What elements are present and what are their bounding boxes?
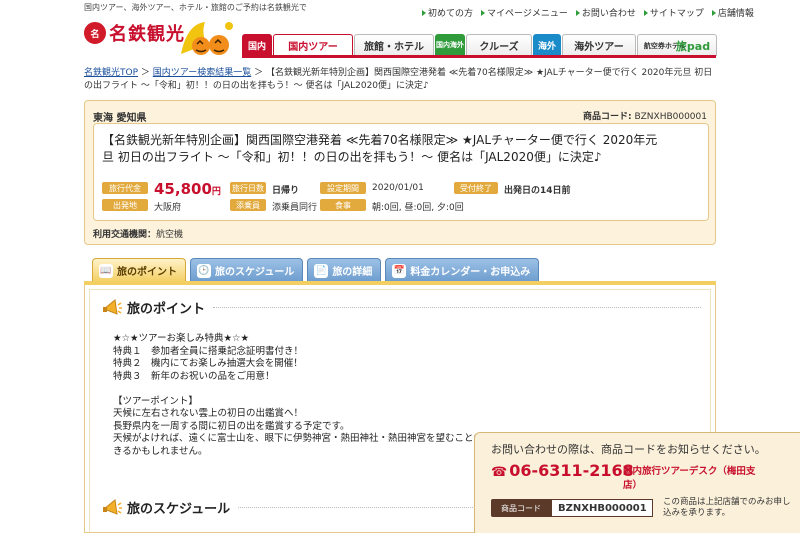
product-code-value: BZNXHB000001 <box>634 112 707 122</box>
points-line: 【ツアーポイント】 <box>113 395 198 407</box>
phone-icon: ☎ <box>491 465 508 480</box>
product-detail-card: 【名鉄観光新年特別企画】関西国際空港発着 ≪先着70名様限定≫ ★JALチャータ… <box>93 123 709 221</box>
clock-icon: 🕒 <box>197 263 211 278</box>
contact-desk: 国内旅行ツアーデスク（梅田支店） <box>623 466 756 491</box>
contact-message: お問い合わせの際は、商品コードをお知らせください。 <box>491 443 766 456</box>
deadline-value: 出発日の14日前 <box>504 186 571 196</box>
breadcrumb-home[interactable]: 名鉄観光TOP <box>84 68 138 78</box>
period-value: 2020/01/01 <box>372 183 424 193</box>
transport-info: 利用交通機関：航空機 <box>93 227 183 240</box>
logo-name: 名鉄観光 <box>109 24 185 45</box>
conductor-label: 添乗員 <box>230 199 266 211</box>
product-title: 【名鉄観光新年特別企画】関西国際空港発着 ≪先着70名様限定≫ ★JALチャータ… <box>102 133 658 164</box>
product-summary: 東海 愛知県 商品コード: BZNXHB000001 【名鉄観光新年特別企画】関… <box>84 100 716 245</box>
arrow-icon <box>575 9 580 16</box>
tab-schedule[interactable]: 🕒 旅のスケジュール <box>190 258 304 282</box>
divider <box>213 306 701 308</box>
points-line: 特典３ 新年のお祝いの品をご用意！ <box>113 370 275 382</box>
schedule-title: 旅のスケジュール <box>127 501 231 517</box>
nav-domestic-overseas-tag[interactable]: 国内海外 <box>435 34 465 56</box>
megaphone-icon <box>103 499 122 515</box>
tab-calendar[interactable]: 📅 料金カレンダー・お申込み <box>385 258 540 282</box>
nav-cruise[interactable]: クルーズ <box>466 34 532 56</box>
points-line: 特典１ 参加者全員に搭乗記念証明書付き！ <box>113 345 304 357</box>
contact-code-label: 商品コード <box>491 499 551 517</box>
calendar-icon: 📅 <box>392 263 407 278</box>
book-icon: 📖 <box>99 263 113 278</box>
site-logo[interactable]: 名 名鉄観光 <box>84 20 185 46</box>
contact-code-value: BZNXHB000001 <box>551 499 653 517</box>
price-label: 旅行代金 <box>102 182 148 194</box>
nav-tabipad[interactable]: 航空券ホテル 旅pad <box>637 34 717 56</box>
nav-underline <box>242 55 716 58</box>
halloween-pumpkin-icon <box>181 22 233 55</box>
points-line: ★☆★ツアーお楽しみ特典★☆★ <box>113 333 250 344</box>
points-line: 天候がよければ、遠くに富士山を、眼下に伊勢神宮・熱田神社・熱田神宮を望むことがで <box>113 433 493 444</box>
meals-label: 食事 <box>320 199 366 211</box>
transport-label: 利用交通機関： <box>93 230 157 240</box>
departure-value: 大阪府 <box>154 203 182 213</box>
nav-airhotel-tag: 航空券ホテル <box>643 41 686 50</box>
contact-phone[interactable]: ☎ 06-6311-2168 <box>491 461 634 480</box>
departure-label: 出発地 <box>102 199 148 211</box>
arrow-icon <box>711 9 716 16</box>
logo-mark: 名 <box>84 22 106 44</box>
price-value: 45,800円 <box>154 180 221 198</box>
days-value: 日帰り <box>272 186 300 196</box>
breadcrumb: 名鉄観光TOP ＞ 国内ツアー検索結果一覧 ＞ 【名鉄観光新年特別企画】関西国際… <box>84 68 713 91</box>
nav-overseas-tour[interactable]: 海外ツアー <box>562 34 636 56</box>
utility-mypage[interactable]: マイページメニュー <box>481 6 568 19</box>
days-label: 旅行日数 <box>230 182 266 194</box>
utility-stores[interactable]: 店舗情報 <box>711 6 754 19</box>
utility-first-time[interactable]: 初めての方 <box>422 6 473 19</box>
period-label: 設定期間 <box>320 182 366 194</box>
nav-domestic-tag[interactable]: 国内 <box>242 34 272 56</box>
contact-popup: お問い合わせの際は、商品コードをお知らせください。 ☎ 06-6311-2168 … <box>474 432 800 533</box>
points-heading: 旅のポイント <box>101 297 701 317</box>
product-code-label: 商品コード: <box>582 112 632 122</box>
points-title: 旅のポイント <box>127 301 206 317</box>
utility-sitemap[interactable]: サイトマップ <box>643 6 704 19</box>
utility-nav: 初めての方 マイページメニュー お問い合わせ サイトマップ 店舗情報 <box>422 6 754 19</box>
nav-tabipad-label: 旅pad <box>675 39 711 53</box>
deadline-label: 受付終了 <box>454 182 498 194</box>
site-tagline: 国内ツアー、海外ツアー、ホテル・旅館のご予約は名鉄観光で <box>84 3 307 12</box>
contact-note: この商品は上記店舗でのみお申し込みを承ります。 <box>663 497 791 518</box>
points-text: ★☆★ツアーお楽しみ特典★☆★ 特典１ 参加者全員に搭乗記念証明書付き！ 特典２… <box>113 333 493 458</box>
megaphone-icon <box>103 299 122 315</box>
nav-ryokan-hotel[interactable]: 旅館・ホテル <box>354 34 434 56</box>
document-icon: 📄 <box>314 263 329 278</box>
tab-details[interactable]: 📄 旅の詳細 <box>307 258 382 282</box>
nav-domestic-tour[interactable]: 国内ツアー <box>273 34 353 56</box>
points-line: 長野県内を一周する間に初日の出を鑑賞する予定です。 <box>113 420 350 432</box>
meals-value: 朝:0回, 昼:0回, 夕:0回 <box>372 203 464 213</box>
points-line <box>113 383 493 396</box>
utility-contact[interactable]: お問い合わせ <box>575 6 636 19</box>
arrow-icon <box>481 9 486 16</box>
product-code: 商品コード: BZNXHB000001 <box>583 109 707 122</box>
conductor-value: 添乗員同行 <box>272 203 318 213</box>
main-nav: 国内 国内ツアー 旅館・ホテル 国内海外 クルーズ 海外 海外ツアー 航空券ホテ… <box>242 34 718 56</box>
detail-tabs: 📖 旅のポイント 🕒 旅のスケジュール 📄 旅の詳細 📅 料金カレンダー・お申込… <box>92 258 540 282</box>
tab-points[interactable]: 📖 旅のポイント <box>92 258 186 282</box>
points-line: 天候に左右されない雲上の初日の出鑑賞へ！ <box>113 408 304 419</box>
nav-overseas-tag[interactable]: 海外 <box>533 34 561 56</box>
product-region: 東海 愛知県 <box>93 113 147 124</box>
transport-value: 航空機 <box>156 230 184 240</box>
arrow-icon <box>643 9 648 16</box>
points-line: 特典２ 機内にてお楽しみ抽選大会を開催！ <box>113 358 303 369</box>
arrow-icon <box>422 9 426 16</box>
points-line: きるかもしれません。 <box>113 445 208 457</box>
breadcrumb-list[interactable]: 国内ツアー検索結果一覧 <box>153 68 251 78</box>
